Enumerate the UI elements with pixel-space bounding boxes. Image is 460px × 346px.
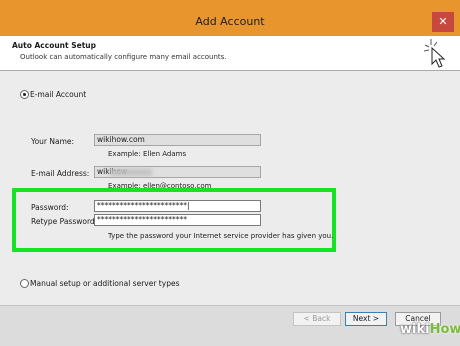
- your-name-example: Example: Ellen Adams: [108, 150, 187, 158]
- email-account-label: E-mail Account: [30, 90, 87, 99]
- next-button[interactable]: Next >: [345, 312, 387, 326]
- header-subtitle: Outlook can automatically configure many…: [20, 53, 227, 61]
- manual-setup-label: Manual setup or additional server types: [30, 279, 180, 288]
- window-title: Add Account: [195, 15, 265, 28]
- your-name-field[interactable]: wikihow.com: [94, 134, 261, 146]
- back-button[interactable]: < Back: [293, 312, 341, 326]
- password-hint: Type the password your Internet service …: [108, 232, 334, 240]
- setup-header: Auto Account Setup Outlook can automatic…: [0, 36, 460, 70]
- button-bar: [0, 305, 460, 346]
- wikihow-watermark: wikiHow: [400, 322, 460, 337]
- watermark-suffix: How: [429, 322, 460, 337]
- email-address-label: E-mail Address:: [31, 169, 90, 178]
- header-title: Auto Account Setup: [12, 41, 96, 50]
- close-button[interactable]: ✕: [432, 12, 454, 32]
- sparkle-cursor-icon: [423, 39, 446, 68]
- password-label: Password:: [31, 203, 69, 212]
- your-name-label: Your Name:: [31, 137, 75, 146]
- watermark-prefix: wiki: [400, 322, 430, 337]
- title-bar: Add Account ✕: [0, 0, 460, 36]
- manual-setup-radio[interactable]: [20, 279, 29, 288]
- retype-password-field[interactable]: ************************: [94, 214, 261, 226]
- redacted-email-blur: [110, 169, 152, 176]
- retype-password-label: Retype Password:: [31, 217, 98, 226]
- password-field[interactable]: ************************|: [94, 200, 261, 212]
- email-account-radio[interactable]: [20, 90, 29, 99]
